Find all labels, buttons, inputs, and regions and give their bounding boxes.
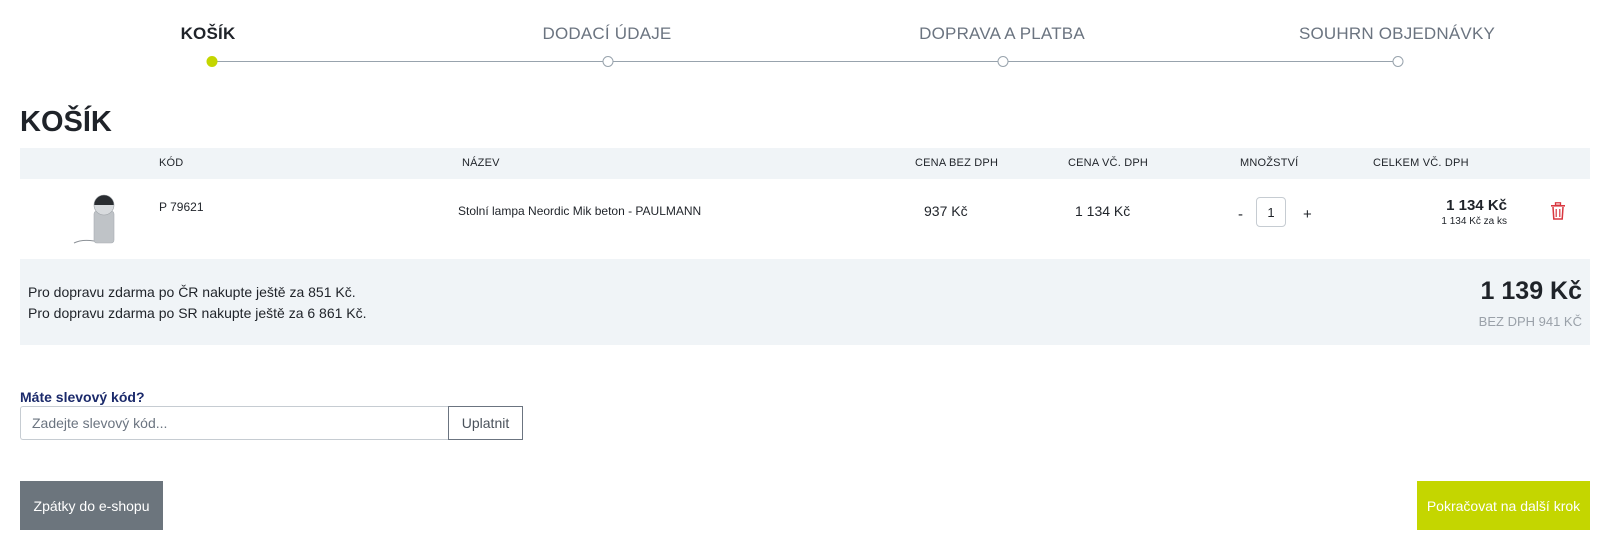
step-cart-label: KOŠÍK: [180, 24, 236, 43]
step-delivery-details[interactable]: DODACÍ ÚDAJE: [457, 24, 757, 44]
price-gross: 1 134 Kč: [1075, 203, 1131, 219]
header-code: KÓD: [159, 157, 184, 169]
step-order-summary-dot: [1392, 56, 1404, 67]
steps-line: [212, 61, 1398, 62]
step-shipping-payment-dot: [997, 56, 1009, 67]
cart-total-net: BEZ DPH 941 KČ: [1478, 314, 1582, 329]
product-code: P 79621: [159, 200, 204, 214]
discount-label: Máte slevový kód?: [20, 389, 145, 405]
price-net: 937 Kč: [924, 203, 968, 219]
back-to-shop-button[interactable]: Zpátky do e-shopu: [20, 481, 163, 530]
step-delivery-details-label: DODACÍ ÚDAJE: [542, 24, 672, 43]
header-price-gross: CENA VČ. DPH: [1068, 157, 1149, 169]
step-delivery-details-dot: [602, 56, 614, 67]
header-price-net: CENA BEZ DPH: [915, 157, 999, 169]
table-lamp-image[interactable]: [72, 191, 132, 247]
table-row: P 79621 Stolní lampa Neordic Mik beton -…: [20, 179, 1590, 259]
trash-icon[interactable]: [1550, 202, 1566, 220]
apply-discount-button[interactable]: Uplatnit: [448, 406, 523, 440]
step-cart[interactable]: KOŠÍK: [58, 24, 358, 44]
continue-button[interactable]: Pokračovat na další krok: [1417, 481, 1590, 530]
cart-table-header: KÓD NÁZEV CENA BEZ DPH CENA VČ. DPH MNOŽ…: [20, 148, 1590, 179]
quantity-decrease-button[interactable]: -: [1238, 206, 1243, 223]
step-order-summary[interactable]: SOUHRN OBJEDNÁVKY: [1247, 24, 1547, 44]
item-total: 1 134 Kč: [1446, 197, 1507, 214]
header-name: NÁZEV: [462, 157, 500, 169]
step-order-summary-label: SOUHRN OBJEDNÁVKY: [1298, 24, 1496, 43]
discount-code-input[interactable]: [20, 406, 449, 440]
cart-total: 1 139 Kč: [1480, 277, 1582, 305]
free-shipping-cz-text: Pro dopravu zdarma po ČR nakupte ještě z…: [28, 284, 356, 300]
header-quantity: MNOŽSTVÍ: [1240, 157, 1299, 169]
quantity-input[interactable]: [1256, 197, 1286, 227]
item-unit-price: 1 134 Kč za ks: [1441, 216, 1507, 227]
header-total: CELKEM VČ. DPH: [1373, 157, 1469, 169]
step-cart-dot: [206, 56, 218, 67]
quantity-increase-button[interactable]: +: [1303, 206, 1312, 223]
checkout-steps: KOŠÍK DODACÍ ÚDAJE DOPRAVA A PLATBA SOUH…: [0, 0, 1604, 80]
cart-summary: Pro dopravu zdarma po ČR nakupte ještě z…: [20, 259, 1590, 345]
page-title: KOŠÍK: [20, 106, 112, 138]
free-shipping-sk-text: Pro dopravu zdarma po SR nakupte ještě z…: [28, 305, 367, 321]
product-name[interactable]: Stolní lampa Neordic Mik beton - PAULMAN…: [458, 204, 701, 218]
step-shipping-payment-label: DOPRAVA A PLATBA: [919, 24, 1085, 43]
step-shipping-payment[interactable]: DOPRAVA A PLATBA: [852, 24, 1152, 44]
